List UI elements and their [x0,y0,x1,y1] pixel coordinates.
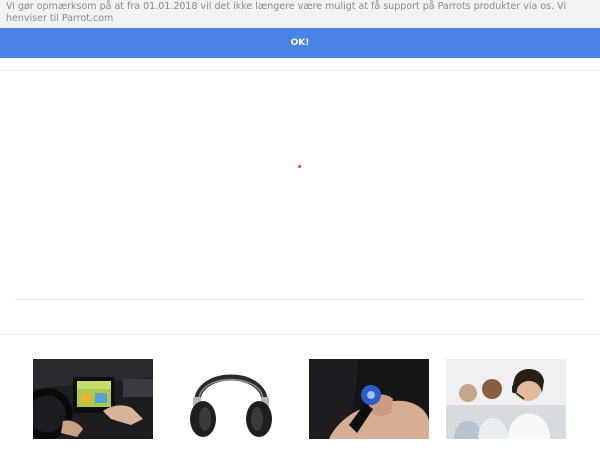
product-card-car-kits[interactable] [33,359,153,450]
product-card-caption [446,443,566,455]
ok-button[interactable]: OK! [0,28,600,58]
divider [0,334,600,335]
product-card-caption [33,443,153,455]
product-card-caption [171,443,291,455]
loading-indicator [298,165,301,168]
notice-banner: Vi gør opmærksom på at fra 01.01.2018 vi… [0,0,600,28]
product-card-accessories[interactable] [309,359,429,450]
car-dashboard-image [33,359,153,439]
divider [15,299,585,300]
hand-remote-image [309,359,429,439]
product-category-grid [0,359,600,450]
headphones-image [171,359,291,439]
content-loading-area [0,71,600,299]
support-agents-image [446,359,566,439]
notice-text: Vi gør opmærksom på at fra 01.01.2018 vi… [6,1,567,24]
product-card-headphones[interactable] [171,359,291,450]
product-card-caption [309,443,429,455]
ok-button-label: OK! [290,38,310,48]
product-card-support[interactable] [446,359,566,450]
